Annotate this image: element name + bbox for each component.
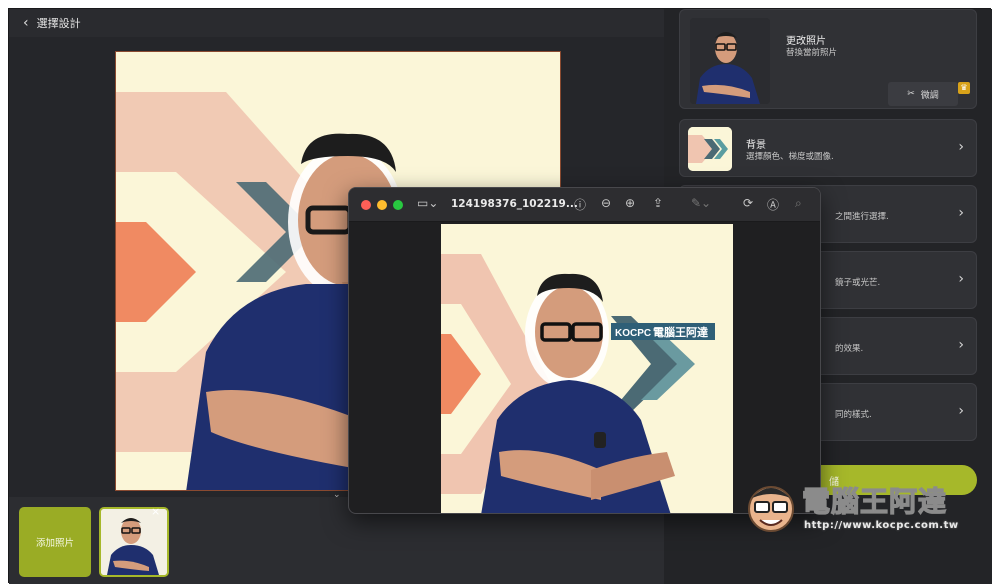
change-photo-image (690, 18, 770, 104)
premium-crown-icon: ♛ (958, 82, 970, 94)
rotate-icon[interactable]: ⟳ (743, 196, 753, 210)
sidebar-toggle-icon[interactable]: ▭⌄ (417, 196, 438, 210)
background-title: 背景 (746, 140, 766, 151)
image-preview-window[interactable]: ▭⌄ 124198376_102219... ⓘ ⊖ ⊕ ⇪ ✎⌄ ⟳ Ⓐ ⌕ (348, 187, 821, 514)
markup-pen-icon[interactable]: ✎⌄ (691, 196, 711, 210)
add-photo-button[interactable]: 添加照片 (19, 507, 91, 577)
background-card[interactable]: 背景 選擇顏色、梯度或圖像. › (679, 119, 977, 177)
add-photo-label: 添加照片 (35, 538, 74, 549)
top-bar: ‹ 選擇設計 (9, 9, 664, 37)
chevron-right-icon: › (958, 271, 964, 287)
remove-photo-close-icon[interactable]: × (151, 505, 160, 518)
change-photo-title: 更改照片 (786, 36, 826, 47)
background-desc: 選擇顏色、梯度或圖像. (746, 152, 834, 162)
info-icon[interactable]: ⓘ (574, 196, 586, 213)
scissors-icon: ✂ (907, 89, 915, 99)
adjust-label: 微調 (920, 90, 939, 101)
option-card-1-desc: 之間進行選擇. (835, 212, 889, 222)
preview-image: KOCPC 電腦王阿達 (441, 224, 733, 513)
preview-artwork: KOCPC 電腦王阿達 (441, 224, 733, 513)
change-photo-desc: 替換當前照片 (786, 48, 838, 58)
chevron-right-icon: › (958, 337, 964, 353)
preview-toolbar: ▭⌄ 124198376_102219... ⓘ ⊖ ⊕ ⇪ ✎⌄ ⟳ Ⓐ ⌕ (349, 188, 820, 222)
zoom-window-button[interactable] (393, 200, 403, 210)
adjust-button[interactable]: ✂ 微調 (888, 82, 958, 106)
watermark: 電腦王阿達 http://www.kocpc.com.tw (742, 478, 982, 538)
watermark-text: 電腦王阿達 (801, 484, 948, 518)
banner-prefix: KOCPC (615, 328, 651, 339)
banner-text: 電腦王阿達 (653, 325, 708, 339)
watermark-mascot-icon (748, 486, 794, 532)
minimize-window-button[interactable] (377, 200, 387, 210)
search-icon[interactable]: ⌕ (795, 196, 802, 211)
option-card-2-desc: 鏡子或光芒. (835, 278, 881, 288)
zoom-in-icon[interactable]: ⊕ (625, 196, 635, 210)
chevron-right-icon: › (958, 139, 964, 155)
chevron-right-icon: › (958, 403, 964, 419)
change-photo-card[interactable]: 更改照片 替換當前照片 ✂ 微調 ♛ (679, 9, 977, 109)
background-preview-icon (688, 127, 732, 171)
change-photo-thumbnail (690, 18, 770, 104)
preview-filename: 124198376_102219... (451, 198, 578, 210)
annotate-icon[interactable]: Ⓐ (767, 196, 779, 213)
chevron-right-icon: › (958, 205, 964, 221)
watermark-url: http://www.kocpc.com.tw (804, 520, 959, 531)
back-label[interactable]: 選擇設計 (37, 15, 81, 31)
option-card-4-desc: 同的樣式. (835, 410, 872, 420)
option-card-3-desc: 的效果. (835, 344, 864, 354)
close-window-button[interactable] (361, 200, 371, 210)
thumbnail-image (101, 509, 167, 575)
zoom-out-icon[interactable]: ⊖ (601, 196, 611, 210)
share-icon[interactable]: ⇪ (653, 196, 663, 210)
back-chevron-icon[interactable]: ‹ (23, 15, 29, 31)
